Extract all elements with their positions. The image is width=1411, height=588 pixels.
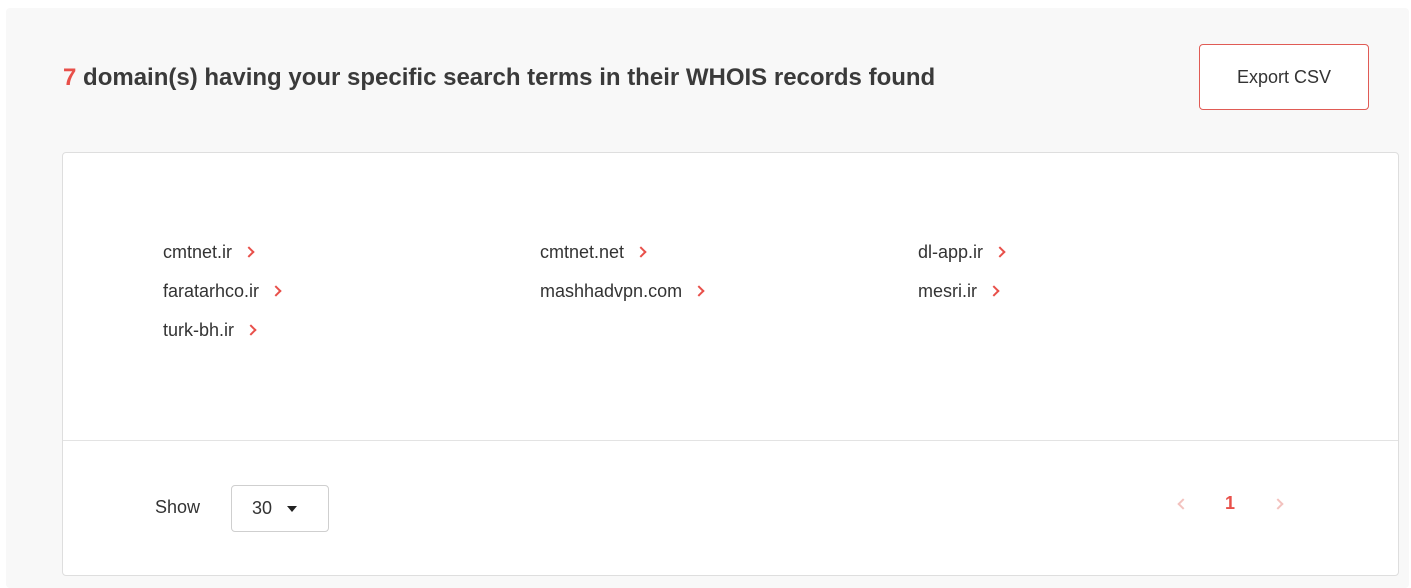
domain-name: cmtnet.net xyxy=(540,241,625,262)
domain-link[interactable]: mesri.ir xyxy=(918,280,1218,302)
divider xyxy=(63,440,1398,441)
domain-link[interactable]: dl-app.ir xyxy=(918,241,1218,263)
page-size-value: 30 xyxy=(252,498,273,518)
domain-link[interactable]: cmtnet.ir xyxy=(163,241,540,263)
domain-link[interactable]: mashhadvpn.com xyxy=(540,280,918,302)
domain-name: cmtnet.ir xyxy=(163,241,233,262)
export-csv-button[interactable]: Export CSV xyxy=(1199,44,1369,110)
chevron-right-icon xyxy=(693,285,705,297)
domain-link[interactable]: turk-bh.ir xyxy=(163,319,540,341)
page-size-select[interactable]: 30 xyxy=(231,485,329,532)
show-label: Show xyxy=(155,497,201,517)
domain-name: turk-bh.ir xyxy=(163,319,235,340)
results-heading-text: domain(s) having your specific search te… xyxy=(76,64,936,91)
chevron-right-icon xyxy=(243,246,255,258)
domain-name: mashhadvpn.com xyxy=(540,280,683,301)
domain-link[interactable]: cmtnet.net xyxy=(540,241,918,263)
chevron-right-icon xyxy=(245,324,257,336)
domain-name: faratarhco.ir xyxy=(163,280,260,301)
pagination: 1 xyxy=(1177,493,1284,514)
domain-name: mesri.ir xyxy=(918,280,977,301)
page-number-current[interactable]: 1 xyxy=(1225,493,1235,514)
result-count: 7 xyxy=(63,64,77,91)
domain-name: dl-app.ir xyxy=(918,241,984,262)
chevron-right-icon xyxy=(994,246,1006,258)
chevron-right-icon xyxy=(635,246,647,258)
results-heading: 7 domain(s) having your specific search … xyxy=(63,64,935,92)
chevron-right-icon[interactable] xyxy=(1272,497,1284,510)
chevron-right-icon xyxy=(988,285,1000,297)
domain-list-card: cmtnet.ir cmtnet.net dl-app.ir faratarhc… xyxy=(62,152,1399,576)
domain-grid: cmtnet.ir cmtnet.net dl-app.ir faratarhc… xyxy=(163,241,1218,341)
domain-link[interactable]: faratarhco.ir xyxy=(163,280,540,302)
chevron-left-icon[interactable] xyxy=(1177,497,1189,510)
caret-down-icon xyxy=(287,505,298,512)
chevron-right-icon xyxy=(270,285,282,297)
results-panel: 7 domain(s) having your specific search … xyxy=(6,8,1409,588)
